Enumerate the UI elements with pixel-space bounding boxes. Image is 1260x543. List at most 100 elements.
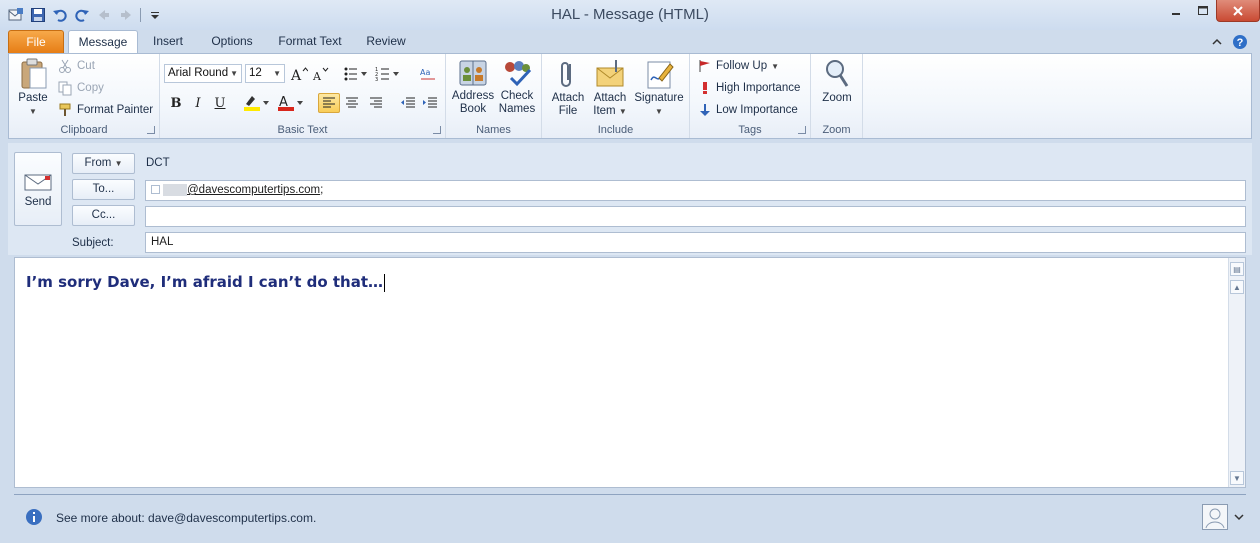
recipient-address[interactable]: @davescomputertips.com <box>187 184 320 196</box>
numbering-button[interactable]: 123 <box>374 64 402 84</box>
subject-label: Subject: <box>72 237 114 249</box>
paste-dropdown-icon[interactable]: ▼ <box>29 107 37 116</box>
follow-up-label: Follow Up <box>716 60 768 72</box>
italic-button[interactable]: I <box>188 93 208 113</box>
close-icon <box>1233 5 1243 16</box>
font-size-dropdown[interactable]: 12 ▼ <box>245 64 285 83</box>
clear-formatting-button[interactable]: Aa <box>418 64 438 84</box>
group-clipboard: Paste ▼ Cut Copy Format Painter Clipboar… <box>9 54 160 138</box>
cc-button[interactable]: Cc... <box>72 205 135 226</box>
format-painter-label: Format Painter <box>77 104 154 116</box>
check-names-button[interactable]: Check Names <box>496 58 538 116</box>
close-button[interactable] <box>1216 0 1260 22</box>
align-center-icon <box>346 97 358 108</box>
svg-text:A: A <box>312 70 322 82</box>
people-pane: See more about: dave@davescomputertips.c… <box>14 500 1246 537</box>
person-icon <box>1205 508 1225 529</box>
scroll-up-icon[interactable]: ▲ <box>1230 280 1244 294</box>
info-icon <box>26 509 42 525</box>
align-left-button[interactable] <box>318 93 340 113</box>
signature-button[interactable]: Signature ▼ <box>632 58 686 118</box>
magnifier-icon <box>826 60 849 87</box>
bullets-button[interactable] <box>342 64 370 84</box>
cut-button[interactable]: Cut <box>57 56 95 76</box>
basic-text-launcher-icon[interactable] <box>433 126 441 134</box>
clipboard-launcher-icon[interactable] <box>147 126 155 134</box>
high-importance-button[interactable]: High Importance <box>698 78 800 98</box>
font-name-dropdown[interactable]: Arial Round ▼ <box>164 64 242 83</box>
people-pane-divider[interactable] <box>14 494 1246 495</box>
send-button[interactable]: Send <box>14 152 62 226</box>
clear-formatting-icon: Aa <box>420 68 435 80</box>
vertical-scrollbar[interactable]: ▤ ▲ ▼ <box>1228 258 1245 487</box>
shrink-font-button[interactable]: A <box>310 64 330 84</box>
expand-people-pane-icon[interactable] <box>1234 512 1244 522</box>
align-right-button[interactable] <box>366 93 386 113</box>
increase-indent-button[interactable] <box>420 93 440 113</box>
window-controls <box>1162 0 1260 22</box>
redacted-name <box>163 183 187 196</box>
window-title: HAL - Message (HTML) <box>551 6 709 23</box>
minimize-button[interactable] <box>1162 0 1189 22</box>
align-center-button[interactable] <box>342 93 362 113</box>
message-body[interactable]: I’m sorry Dave, I’m afraid I can’t do th… <box>14 257 1246 488</box>
zoom-button[interactable]: Zoom <box>817 58 857 105</box>
tags-launcher-icon[interactable] <box>798 126 806 134</box>
paperclip-icon <box>561 62 571 87</box>
low-importance-button[interactable]: Low Importance <box>698 100 798 120</box>
scroll-down-icon[interactable]: ▼ <box>1230 471 1244 485</box>
cc-field[interactable] <box>145 206 1246 227</box>
format-painter-button[interactable]: Format Painter <box>57 100 153 120</box>
avatar[interactable] <box>1202 504 1228 530</box>
to-button[interactable]: To... <box>72 179 135 200</box>
from-value: DCT <box>146 157 170 169</box>
tab-format-text[interactable]: Format Text <box>272 30 348 53</box>
names-group-label: Names <box>476 124 511 136</box>
highlight-button[interactable] <box>242 93 272 113</box>
message-text-line[interactable]: I’m sorry Dave, I’m afraid I can’t do th… <box>26 273 385 292</box>
recipient-separator: ; <box>320 184 324 196</box>
follow-up-button[interactable]: Follow Up ▼ <box>698 56 779 76</box>
from-dropdown-icon: ▼ <box>114 159 123 168</box>
attach-item-button[interactable]: Attach Item ▼ <box>590 58 630 118</box>
paintbrush-icon <box>59 103 71 116</box>
tab-file[interactable]: File <box>8 30 64 53</box>
copy-button[interactable]: Copy <box>57 78 104 98</box>
tab-review[interactable]: Review <box>360 30 412 53</box>
paste-label: Paste <box>18 92 48 104</box>
high-importance-label: High Importance <box>716 82 801 94</box>
check-names-label-2: Names <box>498 103 536 115</box>
down-arrow-icon <box>700 104 710 116</box>
subject-field[interactable]: HAL <box>145 232 1246 253</box>
paste-icon <box>21 58 47 89</box>
address-book-icon <box>459 60 487 86</box>
message-text: I’m sorry Dave, I’m afraid I can’t do th… <box>26 273 383 291</box>
recipient-checkbox[interactable] <box>151 185 160 195</box>
decrease-indent-button[interactable] <box>398 93 418 113</box>
from-button[interactable]: From ▼ <box>72 153 135 174</box>
tab-message[interactable]: Message <box>68 30 138 54</box>
attach-file-label-2: File <box>558 105 578 117</box>
attach-file-button[interactable]: Attach File <box>548 58 588 118</box>
paste-button[interactable]: Paste ▼ <box>15 58 51 118</box>
minimize-ribbon-icon[interactable] <box>1212 37 1222 47</box>
underline-button[interactable]: U <box>210 93 230 113</box>
maximize-button[interactable] <box>1189 0 1216 22</box>
tab-options[interactable]: Options <box>204 30 260 53</box>
bold-button[interactable]: B <box>166 93 186 113</box>
scissors-icon <box>59 59 71 73</box>
ruler-toggle-icon[interactable]: ▤ <box>1230 262 1244 276</box>
increase-indent-icon <box>423 97 437 108</box>
font-color-button[interactable]: A <box>276 93 306 113</box>
attach-item-dropdown-icon: ▼ <box>618 107 627 116</box>
see-more-about[interactable]: See more about: dave@davescomputertips.c… <box>56 511 316 525</box>
minimize-icon <box>1171 13 1180 15</box>
address-book-button[interactable]: Address Book <box>450 58 496 116</box>
tab-insert[interactable]: Insert <box>144 30 192 53</box>
font-size-value: 12 <box>249 67 262 79</box>
grow-font-button[interactable]: A <box>289 64 309 84</box>
tags-group-label: Tags <box>738 124 762 136</box>
help-icon[interactable]: ? <box>1232 34 1248 50</box>
send-label: Send <box>24 196 52 208</box>
to-field[interactable]: @davescomputertips.com; <box>145 180 1246 201</box>
